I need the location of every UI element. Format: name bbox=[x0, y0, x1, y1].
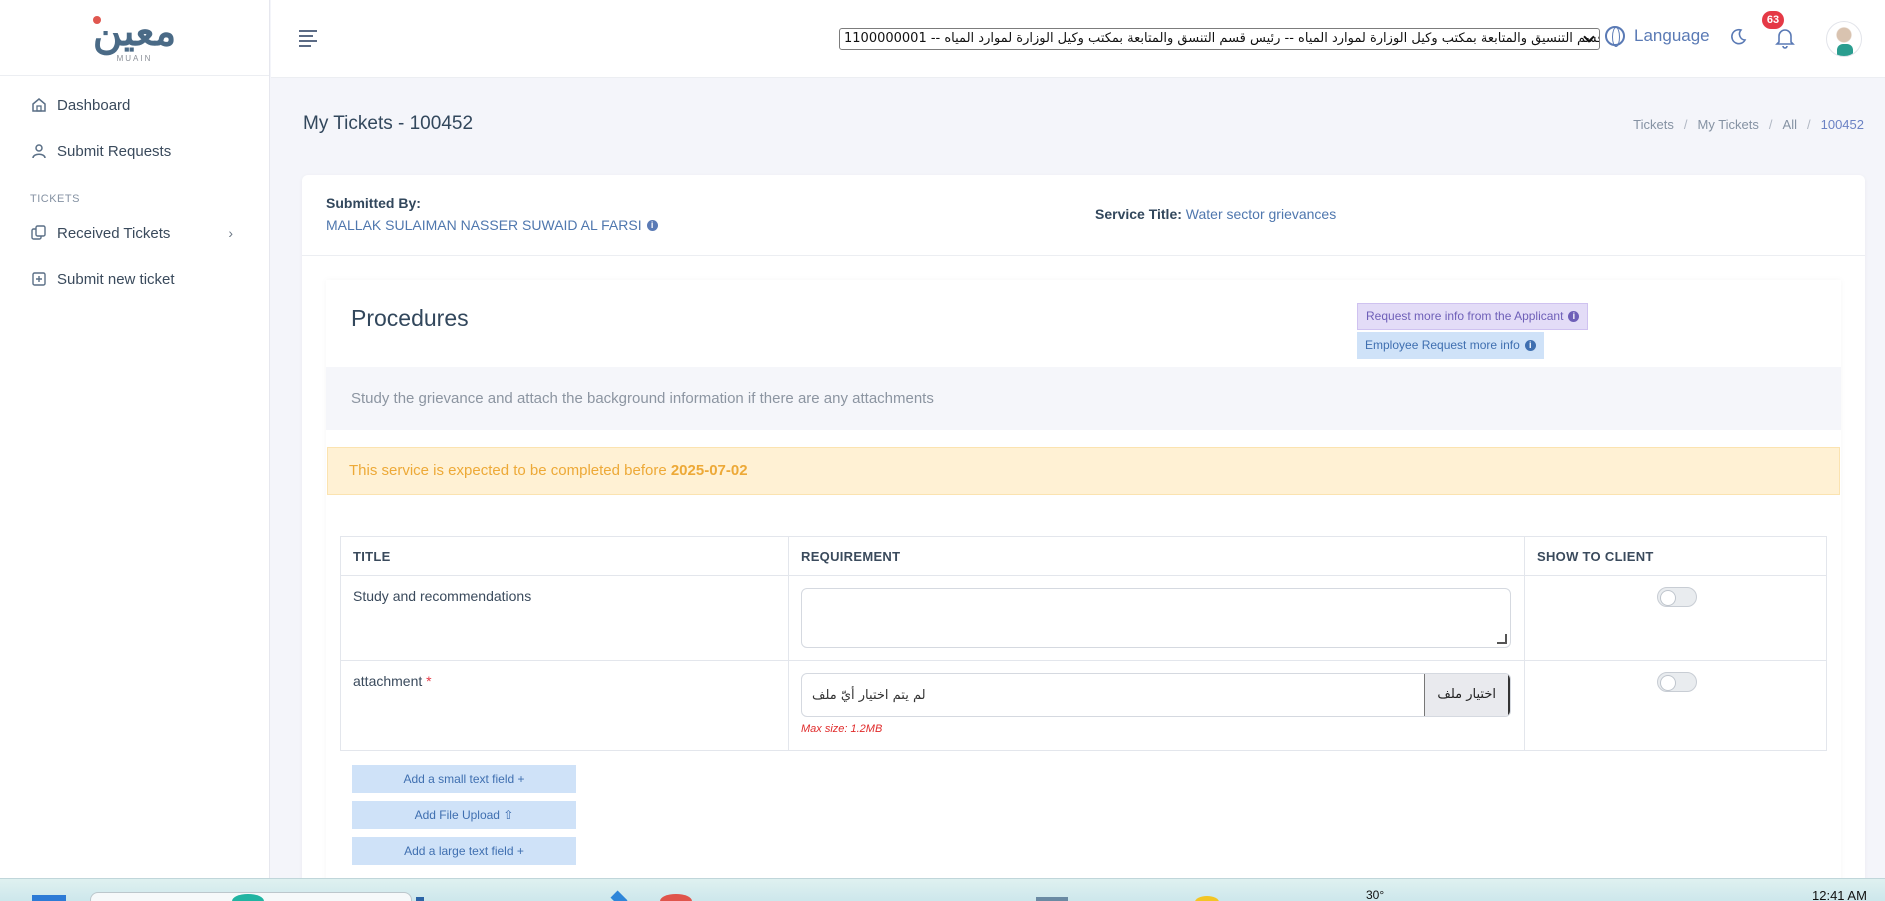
sidebar-item-label: Received Tickets bbox=[57, 224, 171, 242]
user-icon bbox=[30, 142, 48, 160]
table-header-row: TITLE REQUIREMENT SHOW TO CLIENT bbox=[340, 536, 1827, 576]
show-to-client-toggle[interactable] bbox=[1657, 587, 1697, 607]
request-more-info-button[interactable]: Request more info from the Applicant i bbox=[1357, 303, 1589, 330]
table-row: Study and recommendations bbox=[340, 575, 1827, 661]
page-title: My Tickets - 100452 bbox=[303, 113, 474, 134]
taskbar-app-icon[interactable] bbox=[416, 897, 424, 901]
taskbar-app-icon[interactable] bbox=[1036, 897, 1068, 901]
row-title-cell: Study and recommendations bbox=[340, 575, 789, 661]
sidebar: معين MUAIN Dashboard Submit Requests TIC… bbox=[0, 0, 270, 878]
submitted-by-label: Submitted By: bbox=[326, 195, 421, 211]
info-icon: i bbox=[1524, 340, 1536, 351]
employee-request-label: Employee Request more info bbox=[1365, 338, 1520, 352]
service-title-value: Water sector grievances bbox=[1185, 206, 1337, 222]
column-header-requirement: REQUIREMENT bbox=[788, 536, 1525, 576]
breadcrumb-separator: / bbox=[1683, 117, 1688, 132]
required-mark: * bbox=[426, 673, 432, 689]
breadcrumb-separator: / bbox=[1768, 117, 1773, 132]
alert-text: This service is expected to be completed… bbox=[349, 462, 671, 479]
menu-toggle-icon[interactable] bbox=[299, 30, 317, 47]
moon-icon[interactable] bbox=[1729, 28, 1747, 46]
submitted-by-value: MALLAK SULAIMAN NASSER SUWAID AL FARSI bbox=[326, 217, 642, 233]
app-logo[interactable]: معين MUAIN bbox=[0, 0, 269, 76]
weather-temperature[interactable]: 30° bbox=[1366, 888, 1384, 901]
language-label: Language bbox=[1634, 26, 1710, 45]
notification-badge: 63 bbox=[1762, 11, 1784, 29]
row-toggle-cell bbox=[1524, 575, 1827, 661]
breadcrumb-tickets[interactable]: Tickets bbox=[1633, 117, 1674, 132]
top-navbar: قسم التنسيق والمتابعة بمكتب وكيل الوزارة… bbox=[271, 0, 1885, 78]
sidebar-item-dashboard[interactable]: Dashboard bbox=[0, 82, 269, 128]
resize-handle-icon[interactable] bbox=[1497, 634, 1507, 644]
alert-date: 2025-07-02 bbox=[670, 462, 748, 479]
row-requirement-cell: لم يتم اختيار أيّ ملف اختيار ملف Max siz… bbox=[788, 660, 1525, 751]
info-icon: i bbox=[1568, 311, 1580, 322]
employee-request-info-button[interactable]: Employee Request more info i bbox=[1357, 332, 1544, 359]
role-select-value: قسم التنسيق والمتابعة بمكتب وكيل الوزارة… bbox=[844, 31, 1599, 46]
sidebar-item-received-tickets[interactable]: Received Tickets › bbox=[0, 210, 269, 256]
copy-icon bbox=[30, 224, 48, 242]
breadcrumb-current: 100452 bbox=[1820, 117, 1864, 132]
table-row: attachment * لم يتم اختيار أيّ ملف اختيا… bbox=[340, 660, 1827, 751]
add-small-text-field-button[interactable]: Add a small text field + bbox=[352, 765, 576, 793]
taskbar-app-icon[interactable] bbox=[610, 890, 628, 901]
language-switcher[interactable]: Language bbox=[1605, 26, 1710, 47]
row-toggle-cell bbox=[1524, 660, 1827, 751]
plus-square-icon bbox=[30, 270, 48, 288]
sidebar-item-label: Dashboard bbox=[57, 96, 131, 114]
procedure-description: Study the grievance and attach the backg… bbox=[326, 367, 1841, 430]
clock[interactable]: 12:41 AM bbox=[1812, 888, 1867, 901]
column-header-title: TITLE bbox=[340, 536, 789, 576]
service-title: Service Title: Water sector grievances bbox=[1095, 206, 1336, 222]
sidebar-item-label: Submit Requests bbox=[57, 142, 172, 160]
windows-start-icon[interactable] bbox=[32, 895, 66, 901]
procedures-title: Procedures bbox=[351, 305, 469, 331]
request-more-info-label: Request more info from the Applicant bbox=[1366, 309, 1564, 323]
submitted-by-name[interactable]: MALLAK SULAIMAN NASSER SUWAID AL FARSI i bbox=[326, 217, 658, 233]
globe-icon bbox=[1605, 26, 1625, 47]
file-status-text: لم يتم اختيار أيّ ملف bbox=[812, 687, 926, 703]
study-recommendations-textarea[interactable] bbox=[801, 588, 1511, 648]
choose-file-button[interactable]: اختيار ملف bbox=[1424, 674, 1510, 716]
add-large-text-field-button[interactable]: Add a large text field + bbox=[352, 837, 576, 865]
file-upload-input[interactable]: لم يتم اختيار أيّ ملف اختيار ملف bbox=[801, 673, 1511, 717]
upload-icon: ⇧ bbox=[503, 808, 514, 822]
logo-mark: معين bbox=[92, 8, 177, 55]
sidebar-item-submit-requests[interactable]: Submit Requests bbox=[0, 128, 269, 174]
taskbar-app-icon[interactable] bbox=[660, 894, 692, 901]
add-file-upload-label: Add File Upload bbox=[414, 808, 500, 822]
service-title-label: Service Title: bbox=[1095, 206, 1182, 222]
sidebar-item-submit-new-ticket[interactable]: Submit new ticket bbox=[0, 256, 269, 302]
column-header-show-to-client: SHOW TO CLIENT bbox=[1524, 536, 1827, 576]
taskbar-app-icon[interactable] bbox=[1195, 896, 1219, 901]
add-file-upload-button[interactable]: Add File Upload ⇧ bbox=[352, 801, 576, 829]
bell-icon[interactable] bbox=[1775, 27, 1795, 49]
row-title-cell: attachment * bbox=[340, 660, 789, 751]
sidebar-item-label: Submit new ticket bbox=[57, 270, 175, 288]
logo-subtitle: MUAIN bbox=[116, 54, 153, 63]
row-title: Study and recommendations bbox=[353, 588, 532, 604]
role-select[interactable]: قسم التنسيق والمتابعة بمكتب وكيل الوزارة… bbox=[839, 28, 1600, 50]
max-size-hint: Max size: 1.2MB bbox=[801, 723, 883, 735]
taskbar-app-icon[interactable] bbox=[232, 894, 264, 901]
show-to-client-toggle[interactable] bbox=[1657, 672, 1697, 692]
ticket-card: Submitted By: MALLAK SULAIMAN NASSER SUW… bbox=[302, 175, 1865, 895]
chevron-right-icon: › bbox=[228, 225, 233, 241]
deadline-alert: This service is expected to be completed… bbox=[327, 447, 1840, 495]
sidebar-section-tickets: TICKETS bbox=[30, 193, 80, 205]
breadcrumb-my-tickets[interactable]: My Tickets bbox=[1698, 117, 1759, 132]
home-icon bbox=[30, 96, 48, 114]
row-requirement-cell bbox=[788, 575, 1525, 661]
row-title: attachment bbox=[353, 673, 423, 689]
divider bbox=[302, 255, 1865, 256]
os-taskbar: 30° 12:41 AM bbox=[0, 878, 1885, 901]
avatar[interactable] bbox=[1826, 21, 1862, 57]
requirements-table: TITLE REQUIREMENT SHOW TO CLIENT Study a… bbox=[340, 536, 1827, 751]
breadcrumb-separator: / bbox=[1806, 117, 1811, 132]
procedures-panel: Procedures Request more info from the Ap… bbox=[326, 280, 1841, 895]
breadcrumb-all[interactable]: All bbox=[1783, 117, 1797, 132]
breadcrumb: Tickets / My Tickets / All / 100452 bbox=[1633, 117, 1864, 132]
info-icon: i bbox=[646, 219, 658, 231]
